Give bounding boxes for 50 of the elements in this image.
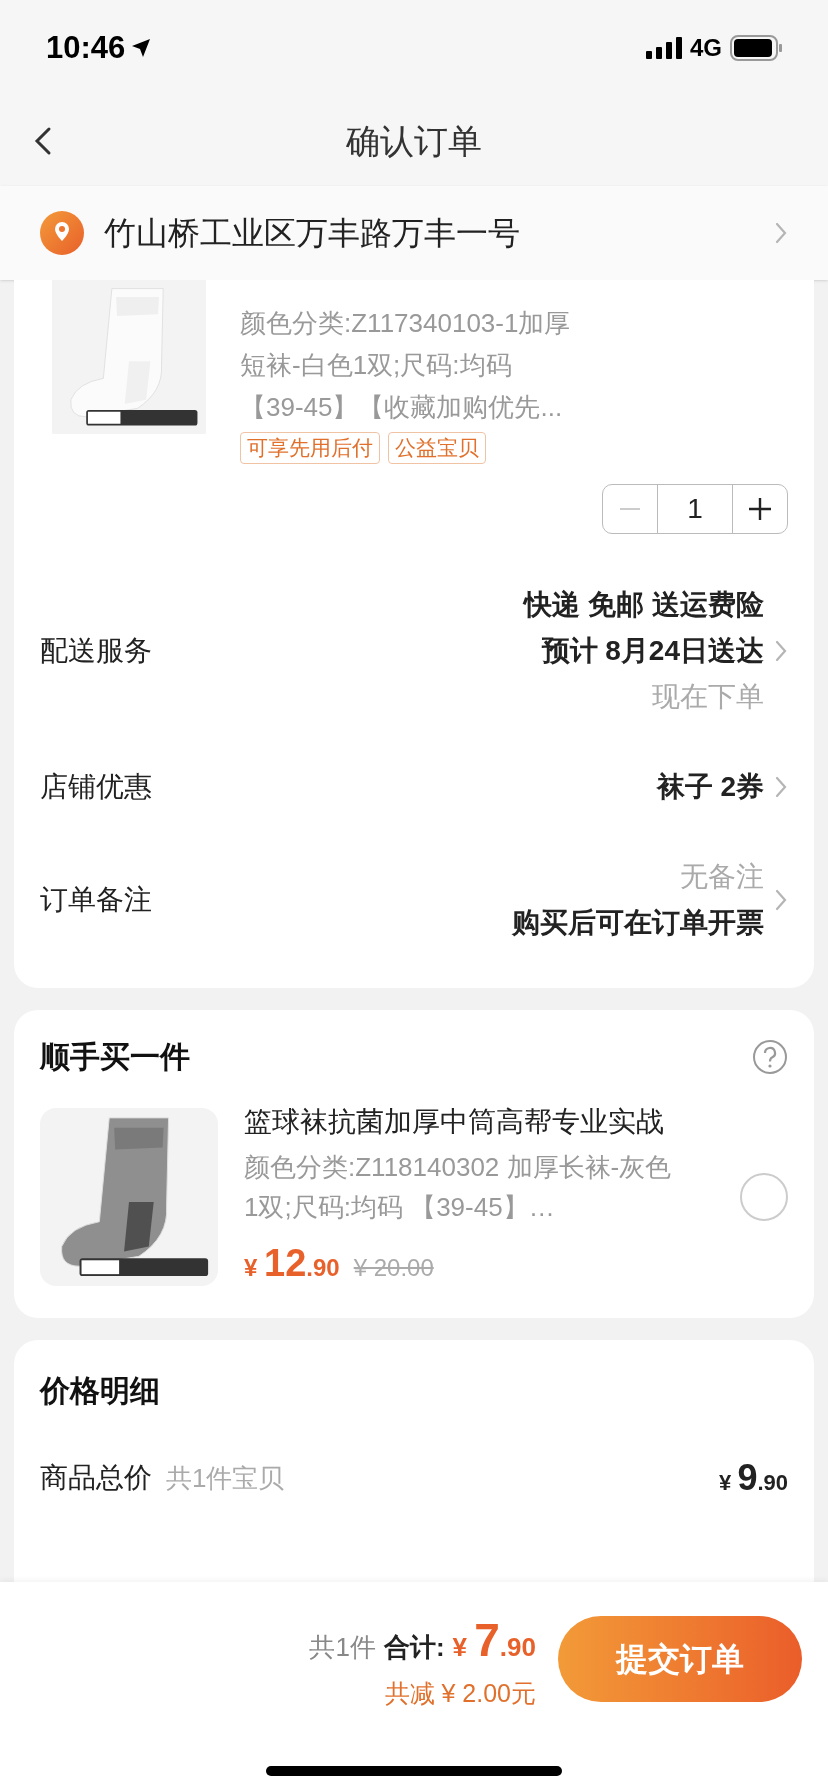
row-label: 订单备注 bbox=[40, 883, 152, 917]
signal-icon bbox=[646, 37, 682, 59]
status-time: 10:46 bbox=[46, 28, 126, 67]
product-spec: 短袜-白色1双;尺码:均码 bbox=[240, 349, 513, 382]
order-row[interactable]: 订单备注 无备注 购买后可在订单开票 bbox=[14, 832, 814, 968]
product-tag: 公益宝贝 bbox=[388, 432, 486, 464]
row-label: 店铺优惠 bbox=[40, 770, 152, 804]
location-pin-icon bbox=[40, 211, 84, 255]
item-count: 共1件 bbox=[309, 1631, 376, 1664]
product-tag: 可享先用后付 bbox=[240, 432, 380, 464]
total-label: 合计: bbox=[383, 1631, 445, 1664]
network-label: 4G bbox=[690, 33, 722, 63]
location-arrow-icon bbox=[131, 38, 152, 58]
row-label: 配送服务 bbox=[40, 634, 152, 668]
saving-text: 共减 ¥ 2.00元 bbox=[384, 1678, 536, 1709]
quantity-stepper[interactable]: 1 bbox=[602, 484, 788, 534]
row-value: 预计 8月24日送达 bbox=[541, 634, 764, 668]
section-title: 价格明细 bbox=[40, 1373, 161, 1409]
row-value: 无备注 bbox=[680, 860, 764, 894]
back-icon bbox=[34, 126, 52, 156]
chevron-right-icon bbox=[774, 888, 788, 912]
row-label: 商品总价 bbox=[40, 1461, 152, 1495]
price: ¥ 12.90 bbox=[244, 1241, 340, 1286]
quantity-value[interactable]: 1 bbox=[657, 485, 733, 533]
row-value: 购买后可在订单开票 bbox=[512, 906, 764, 940]
plus-icon bbox=[749, 498, 771, 520]
help-icon[interactable] bbox=[752, 1038, 788, 1075]
row-value: 袜子 2券 bbox=[656, 770, 764, 804]
order-row[interactable]: 配送服务 快递 免邮 送运费险 预计 8月24日送达 现在下单 bbox=[14, 560, 814, 742]
price: ¥ 9.90 bbox=[719, 1456, 788, 1500]
page-title: 确认订单 bbox=[346, 120, 482, 162]
row-value: 现在下单 bbox=[652, 680, 764, 714]
price: ¥7.90 bbox=[452, 1613, 536, 1668]
select-radio[interactable] bbox=[740, 1172, 788, 1221]
minus-icon bbox=[620, 507, 640, 511]
product-spec: 【39-45】【收藏加购优先... bbox=[240, 391, 564, 424]
product-spec: 颜色分类:Z117340103-1加厚 bbox=[240, 307, 571, 340]
item-spec: 颜色分类:Z118140302 加厚长袜-灰色1双;尺码:均码 【39-45】… bbox=[244, 1151, 673, 1224]
row-note: 共1件宝贝 bbox=[166, 1462, 285, 1495]
section-title: 顺手买一件 bbox=[40, 1039, 190, 1075]
row-value: 快递 免邮 送运费险 bbox=[524, 588, 764, 622]
chevron-right-icon bbox=[774, 639, 788, 663]
address-text: 竹山桥工业区万丰路万丰一号 bbox=[104, 214, 521, 253]
original-price: ¥ 20.00 bbox=[353, 1253, 434, 1283]
address-bar[interactable]: 竹山桥工业区万丰路万丰一号 bbox=[0, 186, 828, 280]
battery-icon bbox=[730, 35, 782, 61]
item-title: 篮球袜抗菌加厚中筒高帮专业实战 bbox=[244, 1105, 665, 1139]
chevron-right-icon bbox=[774, 775, 788, 799]
chevron-right-icon bbox=[774, 221, 788, 245]
order-row[interactable]: 店铺优惠 袜子 2券 bbox=[14, 742, 814, 832]
